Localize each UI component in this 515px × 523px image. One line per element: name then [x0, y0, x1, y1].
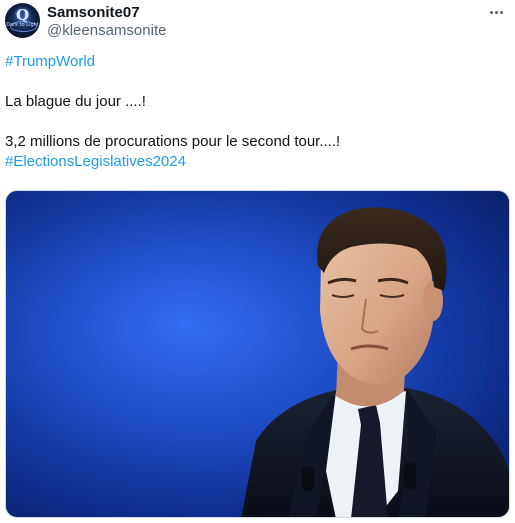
tweet-photo[interactable] — [5, 190, 510, 518]
hashtag-trumpworld[interactable]: #TrumpWorld — [5, 52, 505, 72]
avatar-caption: Dark to Light — [6, 22, 39, 28]
hashtag-elections[interactable]: #ElectionsLegislatives2024 — [5, 152, 505, 172]
tweet-card: Q Dark to Light Samsonite07 @kleensamson… — [0, 0, 515, 523]
microphone-right — [404, 463, 416, 489]
tweet-header: Q Dark to Light Samsonite07 @kleensamson… — [5, 3, 507, 39]
avatar[interactable]: Q Dark to Light — [5, 3, 40, 38]
author-display-name[interactable]: Samsonite07 — [47, 4, 166, 22]
tweet-line-procurations: 3,2 millions de procurations pour le sec… — [5, 133, 341, 150]
tweet-line-blague: La blague du jour ....! — [5, 93, 146, 110]
more-dot — [499, 10, 503, 14]
tweet-text: #TrumpWorld La blague du jour ....! 3,2 … — [5, 52, 505, 172]
more-horizontal-icon[interactable] — [485, 3, 507, 21]
author-names: Samsonite07 @kleensamsonite — [47, 4, 166, 40]
photo-illustration — [6, 191, 509, 517]
more-dot — [489, 10, 493, 14]
author-handle[interactable]: @kleensamsonite — [47, 22, 166, 40]
text-gap — [5, 72, 505, 92]
microphone-left — [302, 467, 314, 491]
more-dot — [494, 10, 498, 14]
text-gap — [5, 112, 505, 132]
